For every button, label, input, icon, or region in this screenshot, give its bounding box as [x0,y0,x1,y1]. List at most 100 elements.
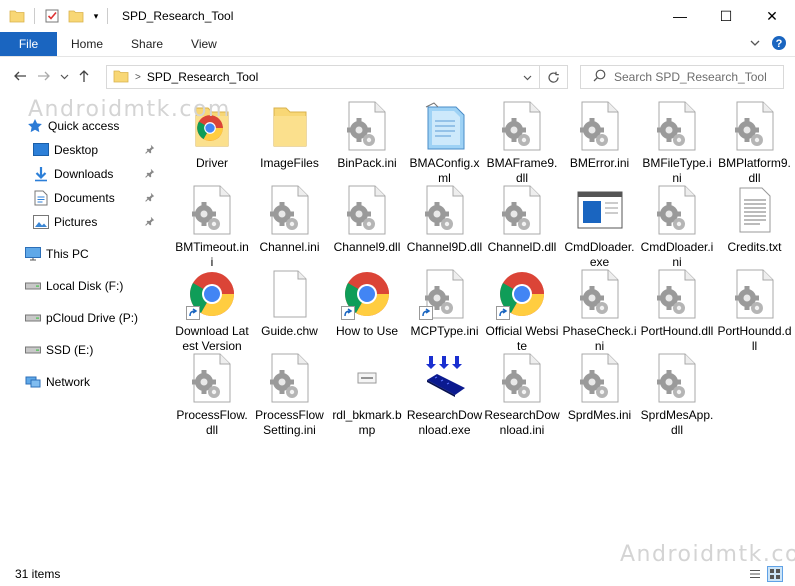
search-box[interactable] [580,65,784,89]
file-name: BMAFrame9.dll [486,156,558,185]
drive-icon [24,310,42,326]
title-divider [107,8,108,24]
pin-icon[interactable] [145,192,155,205]
sidebar-item-pictures[interactable]: Pictures [0,211,165,233]
file-item[interactable]: BMTimeout.ini [174,184,250,270]
back-button[interactable] [8,64,32,88]
file-item[interactable]: ImageFiles [252,100,328,171]
settings-file-icon [729,100,781,152]
sidebar-item-desktop[interactable]: Desktop [0,139,165,161]
file-item[interactable]: SprdMesApp.dll [639,352,715,438]
sidebar-item-downloads[interactable]: Downloads [0,163,165,185]
file-item[interactable]: ResearchDownload.ini [484,352,560,438]
file-item[interactable]: CmdDloader.ini [639,184,715,270]
large-icons-view-icon[interactable] [767,566,783,582]
details-view-icon[interactable] [747,566,763,582]
search-input[interactable] [614,70,774,84]
new-folder-icon[interactable] [65,5,87,27]
file-name: PortHoundd.dll [717,324,792,353]
file-item[interactable]: Guide.chw [252,268,328,339]
sidebar-item-label: SSD (E:) [46,343,94,357]
file-item[interactable]: Channel9D.dll [407,184,483,255]
sidebar-item-label: Local Disk (F:) [46,279,124,293]
svg-text:?: ? [776,38,783,50]
file-item[interactable]: CmdDloader.exe [562,184,638,270]
folder-icon [264,100,316,152]
file-name: BMAConfig.xml [409,156,480,185]
tab-file[interactable]: File [0,32,57,56]
customize-toolbar-icon[interactable]: ▾ [89,5,103,27]
recent-locations-button[interactable] [56,64,72,88]
sidebar-item-label: Pictures [54,215,98,229]
pin-icon[interactable] [145,168,155,181]
file-item[interactable]: Official Website [484,268,560,354]
close-button[interactable]: ✕ [749,0,795,32]
minimize-button[interactable]: — [657,0,703,32]
chevron-down-icon[interactable] [749,37,761,52]
drive-icon [24,342,42,358]
file-item[interactable]: ResearchDownload.exe [407,352,483,438]
file-name: rdl_bkmark.bmp [332,408,402,437]
file-item[interactable]: BMAFrame9.dll [484,100,560,186]
file-item[interactable]: BMAConfig.xml [407,100,483,186]
file-item[interactable]: ChannelD.dll [484,184,560,255]
help-icon[interactable]: ? [771,35,787,54]
tab-view[interactable]: View [177,32,231,56]
chevron-right-icon[interactable]: > [135,72,141,83]
address-path[interactable]: SPD_Research_Tool [147,70,258,84]
file-item[interactable]: BinPack.ini [329,100,405,171]
file-item[interactable]: PortHound.dll [639,268,715,339]
settings-file-icon [574,268,626,320]
sidebar-item-local-disk[interactable]: Local Disk (F:) [0,275,165,297]
sidebar-item-label: Downloads [54,167,114,181]
file-item[interactable]: rdl_bkmark.bmp [329,352,405,438]
properties-icon[interactable] [41,5,63,27]
folder-icon[interactable] [6,5,28,27]
file-name: Official Website [485,324,559,353]
chevron-down-icon[interactable] [517,66,537,88]
settings-file-icon [496,184,548,236]
address-bar[interactable]: > SPD_Research_Tool [106,65,568,89]
file-item[interactable]: PortHoundd.dll [717,268,793,354]
file-item[interactable]: ProcessFlow.dll [174,352,250,438]
file-name: CmdDloader.ini [640,240,714,269]
sidebar-item-this-pc[interactable]: This PC [0,243,165,265]
refresh-button[interactable] [539,66,567,88]
file-item[interactable]: SprdMes.ini [562,352,638,423]
navigation-row: > SPD_Research_Tool [0,57,795,95]
sidebar-item-documents[interactable]: Documents [0,187,165,209]
status-bar: 31 items [0,562,795,586]
tab-home[interactable]: Home [57,32,117,56]
blank-file-icon [264,268,316,320]
maximize-button[interactable]: ☐ [703,0,749,32]
file-item[interactable]: MCPType.ini [407,268,483,339]
file-item[interactable]: Channel9.dll [329,184,405,255]
sidebar-item-label: pCloud Drive (P:) [46,311,139,325]
pin-icon[interactable] [145,144,155,157]
ribbon-tabs: File Home Share View ? [0,32,795,57]
window-title: SPD_Research_Tool [122,9,234,23]
up-button[interactable] [72,64,96,88]
forward-button[interactable] [32,64,56,88]
tab-share[interactable]: Share [117,32,177,56]
file-item[interactable]: Credits.txt [717,184,793,255]
desktop-icon [32,142,50,158]
file-item[interactable]: ProcessFlowSetting.ini [252,352,328,438]
sidebar-item-pcloud-drive[interactable]: pCloud Drive (P:) [0,307,165,329]
file-name: ProcessFlowSetting.ini [255,408,324,437]
file-item[interactable]: BMError.ini [562,100,638,171]
research-exe-icon [419,352,471,404]
file-name: Channel9D.dll [406,240,483,254]
file-item[interactable]: BMPlatform9.dll [717,100,793,186]
file-item[interactable]: Download Latest Version [174,268,250,354]
file-item[interactable]: PhaseCheck.ini [562,268,638,354]
file-item[interactable]: How to Use [329,268,405,339]
sidebar-item-network[interactable]: Network [0,371,165,393]
pin-icon[interactable] [145,216,155,229]
computer-icon [24,246,42,262]
file-name: Guide.chw [261,324,318,338]
file-item[interactable]: BMFileType.ini [639,100,715,186]
chrome-shortcut-icon [341,268,393,320]
file-item[interactable]: Channel.ini [252,184,328,255]
sidebar-item-ssd[interactable]: SSD (E:) [0,339,165,361]
